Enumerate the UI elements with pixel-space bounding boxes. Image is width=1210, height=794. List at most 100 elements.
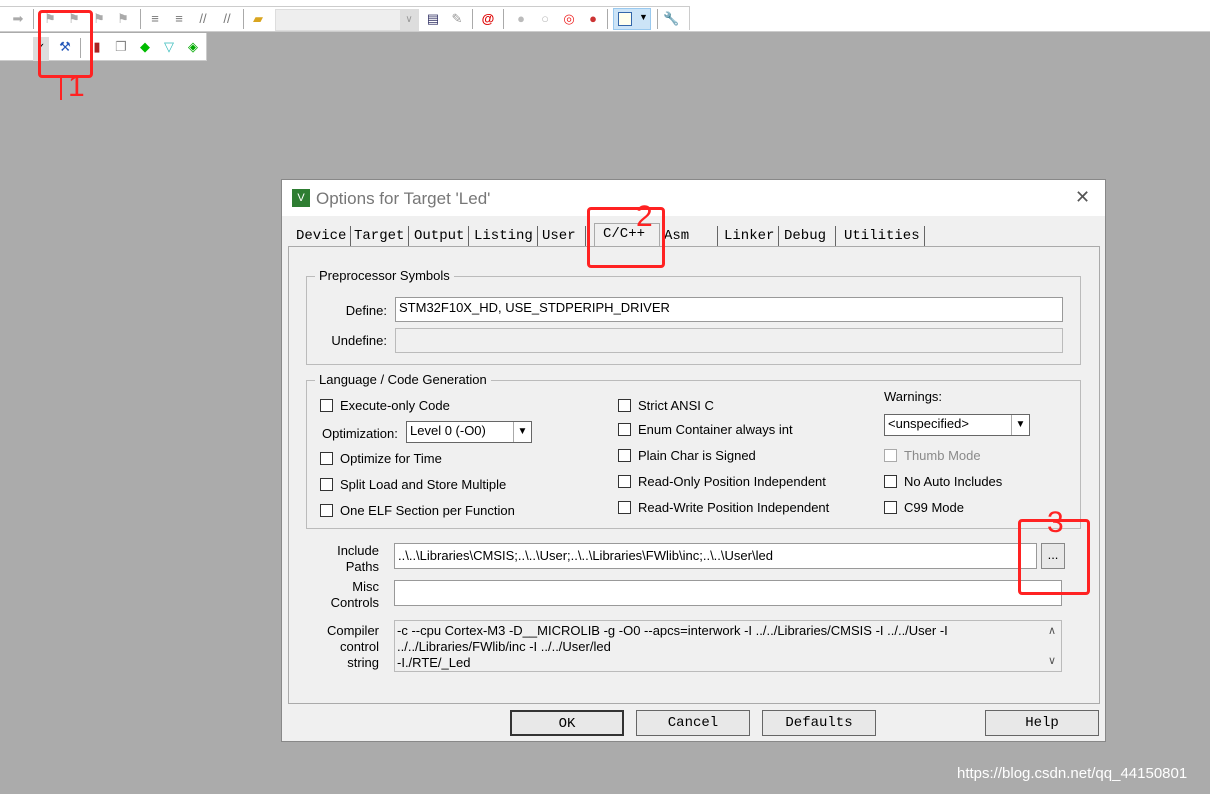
kill-breakpoints-icon[interactable]: ● — [585, 11, 601, 27]
open-file-icon[interactable]: ▰ — [250, 11, 266, 27]
strict-ansi-checkbox[interactable]: Strict ANSI C — [618, 398, 714, 413]
include-paths-input[interactable]: ..\..\Libraries\CMSIS;..\..\User;..\..\L… — [394, 543, 1037, 569]
split-load-label: Split Load and Store Multiple — [340, 477, 507, 492]
compiler-label-line2: control — [339, 639, 379, 654]
configure-icon[interactable]: 🔧 — [663, 11, 679, 27]
defaults-button[interactable]: Defaults — [762, 710, 876, 736]
optimization-value: Level 0 (-O0) — [410, 423, 486, 438]
clear-bookmarks-icon[interactable]: ⚑ — [115, 11, 131, 27]
compiler-line: -c --cpu Cortex-M3 -D__MICROLIB -g -O0 -… — [397, 623, 948, 638]
dropdown-arrow-icon[interactable]: ▼ — [639, 12, 648, 22]
include-label-line1: Include — [337, 543, 379, 558]
enum-container-checkbox[interactable]: Enum Container always int — [618, 422, 793, 437]
tab-user[interactable]: User — [538, 226, 586, 246]
c99-mode-label: C99 Mode — [904, 500, 964, 515]
warnings-value: <unspecified> — [888, 416, 969, 431]
warnings-select[interactable]: <unspecified> ▼ — [884, 414, 1030, 436]
misc-label-line2: Controls — [330, 595, 379, 610]
preprocessor-group: Preprocessor Symbols Define: STM32F10X_H… — [306, 268, 1081, 365]
find-in-files-icon[interactable]: ▤ — [425, 11, 441, 27]
no-auto-includes-checkbox[interactable]: No Auto Includes — [884, 474, 1002, 489]
window-layout-button[interactable]: ▼ — [613, 8, 651, 30]
misc-label-line1: Misc — [352, 579, 379, 594]
define-label: Define: — [345, 303, 387, 318]
ro-pi-label: Read-Only Position Independent — [638, 474, 826, 489]
unindent-icon[interactable]: ≡ — [171, 11, 187, 27]
help-button[interactable]: Help — [985, 710, 1099, 736]
misc-controls-label: Misc Controls — [309, 579, 379, 611]
execute-only-checkbox[interactable]: Execute-only Code — [320, 398, 450, 413]
breakpoint-icon[interactable]: ● — [513, 11, 529, 27]
plain-char-checkbox[interactable]: Plain Char is Signed — [618, 448, 756, 463]
compiler-line: ../../Libraries/FWlib/inc -I ../../User/… — [397, 639, 611, 654]
rw-pi-label: Read-Write Position Independent — [638, 500, 830, 515]
thumb-mode-checkbox[interactable]: Thumb Mode — [884, 448, 981, 463]
tab-device[interactable]: Device — [292, 226, 352, 246]
tab-linker[interactable]: Linker — [720, 226, 780, 246]
scroll-down-icon[interactable]: ∨ — [1048, 653, 1056, 669]
incremental-find-icon[interactable]: ✎ — [449, 11, 465, 27]
compiler-control-string: -c --cpu Cortex-M3 -D__MICROLIB -g -O0 -… — [394, 620, 1062, 672]
annotation-box-2 — [587, 207, 665, 268]
c99-mode-checkbox[interactable]: C99 Mode — [884, 500, 964, 515]
annotation-pointer-1 — [60, 78, 62, 100]
rw-pi-checkbox[interactable]: Read-Write Position Independent — [618, 500, 829, 515]
chevron-down-icon[interactable]: ▼ — [513, 422, 531, 442]
chevron-down-icon[interactable]: ∨ — [400, 10, 418, 30]
tab-listing[interactable]: Listing — [470, 226, 538, 246]
cancel-button[interactable]: Cancel — [636, 710, 750, 736]
scroll-up-icon[interactable]: ∧ — [1048, 623, 1056, 639]
toolbar-row-2-icons: ✓ ⚒ ▮ ❐ ◆ ▽ ◈ — [0, 35, 207, 61]
dialog-title: Options for Target 'Led' — [316, 189, 491, 208]
ok-button[interactable]: OK — [510, 710, 624, 736]
compiler-label-line3: string — [347, 655, 379, 670]
tab-output[interactable]: Output — [410, 226, 470, 246]
plain-char-label: Plain Char is Signed — [638, 448, 756, 463]
debug-session-icon[interactable]: @ — [480, 11, 496, 27]
language-group: Language / Code Generation Execute-only … — [306, 372, 1081, 529]
tab-debug[interactable]: Debug — [780, 226, 836, 246]
cpp-tab-panel: Preprocessor Symbols Define: STM32F10X_H… — [288, 246, 1100, 704]
manage-rte-icon[interactable]: ❐ — [113, 39, 129, 55]
watermark: https://blog.csdn.net/qq_44150801 — [957, 765, 1188, 782]
language-group-label: Language / Code Generation — [315, 372, 491, 387]
tab-utilities[interactable]: Utilities — [840, 226, 925, 246]
chevron-down-icon[interactable]: ▼ — [1011, 415, 1029, 435]
optimization-label: Optimization: — [322, 426, 398, 441]
disable-breakpoint-icon[interactable]: ○ — [537, 11, 553, 27]
keil-logo-icon: V — [292, 189, 310, 207]
annotation-box-1 — [38, 10, 93, 78]
next-bookmark-icon[interactable]: ⚑ — [91, 11, 107, 27]
ro-pi-checkbox[interactable]: Read-Only Position Independent — [618, 474, 826, 489]
one-elf-checkbox[interactable]: One ELF Section per Function — [320, 503, 515, 518]
optimize-time-label: Optimize for Time — [340, 451, 442, 466]
optimize-time-checkbox[interactable]: Optimize for Time — [320, 451, 442, 466]
compiler-label-line1: Compiler — [326, 623, 379, 638]
one-elf-label: One ELF Section per Function — [340, 503, 515, 518]
compiler-line: -I./RTE/_Led — [397, 655, 471, 670]
warnings-label: Warnings: — [884, 389, 943, 404]
close-icon[interactable]: ✕ — [1075, 187, 1090, 208]
annotation-number-3: 3 — [1047, 506, 1064, 539]
options-dialog: V Options for Target 'Led' ✕ Device Targ… — [281, 179, 1106, 742]
comment-icon[interactable]: // — [195, 11, 211, 27]
select-software-packs-icon[interactable]: ◆ — [137, 39, 153, 55]
tab-asm[interactable]: Asm — [660, 226, 718, 246]
define-input[interactable]: STM32F10X_HD, USE_STDPERIPH_DRIVER — [395, 297, 1063, 322]
indent-icon[interactable]: ≡ — [147, 11, 163, 27]
window-layout-icon — [618, 12, 632, 26]
pack-installer-icon[interactable]: ▽ — [161, 39, 177, 55]
undefine-label: Undefine: — [331, 333, 387, 348]
forward-icon[interactable]: ➡ — [10, 11, 26, 27]
pack-installer-2-icon[interactable]: ◈ — [185, 39, 201, 55]
undefine-input[interactable] — [395, 328, 1063, 353]
disable-all-breakpoints-icon[interactable]: ◎ — [561, 11, 577, 27]
split-load-checkbox[interactable]: Split Load and Store Multiple — [320, 477, 506, 492]
tab-target[interactable]: Target — [350, 226, 410, 246]
find-combo[interactable]: ∨ — [275, 9, 419, 31]
annotation-number-1: 1 — [68, 70, 85, 103]
dialog-titlebar: V Options for Target 'Led' ✕ — [282, 180, 1105, 216]
optimization-select[interactable]: Level 0 (-O0) ▼ — [406, 421, 532, 443]
uncomment-icon[interactable]: // — [219, 11, 235, 27]
misc-controls-input[interactable] — [394, 580, 1062, 606]
